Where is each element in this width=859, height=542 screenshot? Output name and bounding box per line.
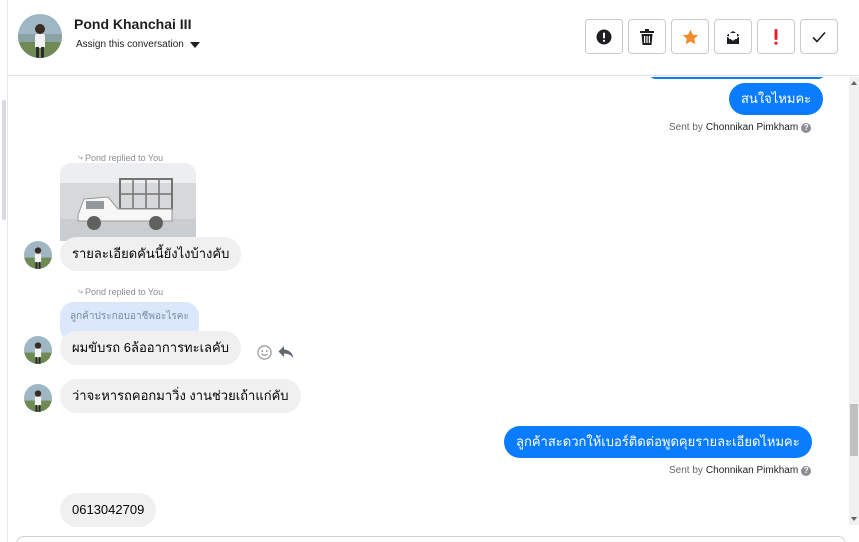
incoming-message-bubble[interactable]: รายละเอียดคันนี้ยังไงบ้างคับ bbox=[60, 237, 242, 271]
alert-circle-icon bbox=[596, 29, 612, 44]
replied-photo[interactable] bbox=[60, 163, 196, 241]
contact-avatar-small[interactable] bbox=[24, 384, 52, 412]
sender-name[interactable]: Chonnikan Pimkham bbox=[706, 122, 798, 133]
sent-by-label: Sent by Chonnikan Pimkham ? bbox=[669, 122, 812, 133]
star-icon bbox=[682, 29, 698, 44]
left-scroll-segment[interactable] bbox=[2, 100, 6, 220]
contact-avatar[interactable] bbox=[18, 14, 62, 58]
caret-down-icon bbox=[189, 41, 200, 48]
exclamation-icon bbox=[774, 28, 778, 45]
previous-message-bubble bbox=[648, 77, 826, 79]
help-icon[interactable]: ? bbox=[801, 122, 812, 133]
sent-by-label: Sent by Chonnikan Pimkham ? bbox=[669, 465, 812, 476]
envelope-icon bbox=[726, 30, 740, 44]
scroll-down-arrow-icon[interactable] bbox=[851, 517, 857, 521]
star-button[interactable] bbox=[671, 19, 709, 54]
incoming-message-bubble[interactable]: ผมขับรถ 6ล้ออาการทะเลคับ bbox=[60, 331, 241, 365]
replied-label: ⤷ Pond replied to You bbox=[78, 152, 163, 163]
sender-name[interactable]: Chonnikan Pimkham bbox=[706, 465, 798, 476]
sent-by-prefix: Sent by bbox=[669, 122, 703, 133]
spam-alert-button[interactable] bbox=[585, 19, 623, 54]
reply-arrow-icon: ⤷ bbox=[78, 152, 84, 162]
reply-icon[interactable] bbox=[278, 345, 294, 364]
incoming-message-bubble[interactable]: ว่าจะหารถคอกมาวิ่ง งานช่วยเถ้าแก่คับ bbox=[60, 379, 301, 413]
message-composer-input[interactable] bbox=[16, 536, 846, 542]
scroll-up-arrow-icon[interactable] bbox=[851, 81, 857, 85]
reply-arrow-icon: ⤷ bbox=[78, 286, 84, 296]
assign-conversation-dropdown[interactable]: Assign this conversation bbox=[76, 39, 200, 50]
thread-scrollbar[interactable] bbox=[849, 77, 859, 525]
outgoing-message-bubble[interactable]: สนใจไหมคะ bbox=[729, 83, 824, 115]
conversation-header: Pond Khanchai III Assign this conversati… bbox=[8, 0, 859, 76]
left-panel-edge bbox=[0, 0, 8, 542]
flag-button[interactable] bbox=[757, 19, 795, 54]
replied-label: ⤷ Pond replied to You bbox=[78, 286, 163, 297]
outgoing-message-bubble[interactable]: ลูกค้าสะดวกให้เบอร์ติดต่อพูดคุยรายละเอีย… bbox=[504, 426, 812, 458]
message-thread[interactable]: สนใจไหมคะ Sent by Chonnikan Pimkham ? ⤷ P… bbox=[8, 77, 849, 535]
react-emoji-icon[interactable] bbox=[257, 345, 272, 364]
incoming-message-bubble[interactable]: 0613042709 bbox=[60, 493, 157, 527]
contact-name: Pond Khanchai III bbox=[74, 16, 192, 32]
delete-button[interactable] bbox=[628, 19, 666, 54]
scroll-thumb[interactable] bbox=[850, 404, 858, 456]
mark-unread-button[interactable] bbox=[714, 19, 752, 54]
help-icon[interactable]: ? bbox=[801, 465, 812, 476]
replied-text: Pond replied to You bbox=[85, 152, 164, 163]
contact-avatar-small[interactable] bbox=[24, 336, 52, 364]
trash-icon bbox=[640, 28, 654, 45]
assign-label: Assign this conversation bbox=[76, 39, 184, 50]
contact-avatar-small[interactable] bbox=[24, 241, 52, 269]
check-icon bbox=[812, 31, 826, 43]
conversation-toolbar bbox=[585, 19, 838, 54]
replied-text: Pond replied to You bbox=[85, 286, 164, 297]
mark-done-button[interactable] bbox=[800, 19, 838, 54]
sent-by-prefix: Sent by bbox=[669, 465, 703, 476]
